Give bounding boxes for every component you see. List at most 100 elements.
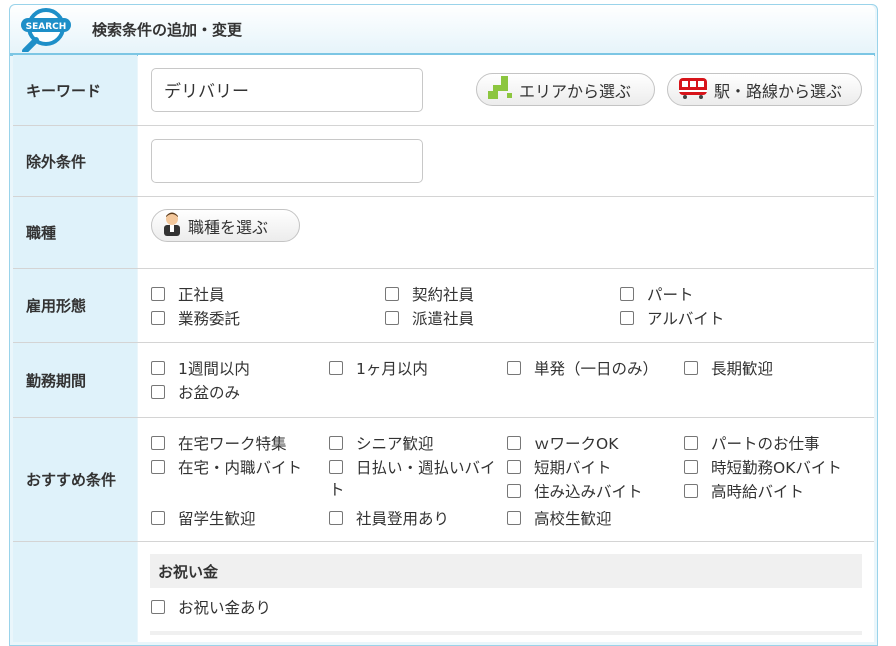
recommended-option[interactable]: 高校生歓迎 — [507, 507, 612, 529]
checkbox[interactable] — [151, 510, 165, 525]
panel-title: 検索条件の追加・変更 — [92, 21, 243, 39]
exclude-input[interactable] — [151, 139, 423, 183]
employment-label: 雇用形態 — [13, 269, 137, 342]
option-label: お盆のみ — [178, 384, 241, 402]
period-option[interactable]: お盆のみ — [151, 381, 240, 403]
checkbox[interactable] — [684, 435, 698, 450]
employment-option[interactable]: アルバイト — [620, 307, 724, 329]
option-label: 単発（一日のみ） — [534, 360, 659, 378]
checkbox[interactable] — [507, 459, 521, 474]
checkbox[interactable] — [385, 310, 399, 325]
checkbox[interactable] — [507, 510, 521, 525]
checkbox[interactable] — [684, 483, 698, 498]
recommended-option[interactable]: 留学生歓迎 — [151, 507, 256, 529]
recommended-option[interactable]: 高時給バイト — [684, 480, 804, 502]
recommended-option[interactable]: 短期バイト — [507, 456, 612, 478]
option-label: 契約社員 — [412, 286, 475, 304]
checkbox[interactable] — [329, 510, 343, 525]
recommended-option[interactable]: パートのお仕事 — [684, 432, 820, 454]
employment-option[interactable]: 派遣社員 — [385, 307, 474, 329]
option-label: ｗワークOK — [534, 435, 619, 453]
checkbox[interactable] — [151, 459, 165, 474]
recommended-option[interactable]: 社員登用あり — [329, 507, 449, 529]
train-icon — [678, 76, 708, 104]
checkbox[interactable] — [684, 360, 698, 375]
svg-text:SEARCH: SEARCH — [26, 22, 67, 32]
checkbox[interactable] — [329, 459, 343, 474]
job-type-row: 職種 職種を選ぶ — [13, 197, 874, 269]
checkbox[interactable] — [151, 286, 165, 301]
exclude-row: 除外条件 — [13, 126, 874, 197]
recommended-option[interactable]: 住み込みバイト — [507, 480, 643, 502]
checkbox[interactable] — [151, 310, 165, 325]
job-type-label: 職種 — [13, 197, 137, 268]
exclude-cell — [138, 126, 874, 196]
option-label: 高時給バイト — [711, 483, 805, 501]
checkbox[interactable] — [329, 435, 343, 450]
checkbox[interactable] — [684, 459, 698, 474]
option-label: 日払い・週払いバイト — [329, 459, 496, 499]
checkbox[interactable] — [507, 435, 521, 450]
checkbox[interactable] — [151, 360, 165, 375]
area-select-label: エリアから選ぶ — [519, 81, 632, 101]
option-label: 在宅・内職バイト — [178, 459, 303, 477]
period-option[interactable]: 1ヶ月以内 — [329, 357, 428, 379]
period-label: 勤務期間 — [13, 343, 137, 417]
recommended-option[interactable]: 時短勤務OKバイト — [684, 456, 842, 478]
recommended-option[interactable]: 日払い・週払いバイト — [329, 456, 507, 500]
option-label: 在宅ワーク特集 — [178, 435, 287, 453]
employment-option[interactable]: パート — [620, 283, 694, 305]
employment-option[interactable]: 契約社員 — [385, 283, 474, 305]
recommended-option[interactable]: シニア歓迎 — [329, 432, 434, 454]
employment-row: 雇用形態 正社員 契約社員 パート 業務委託 派遣社員 アルバイト — [13, 269, 874, 343]
option-label: 正社員 — [178, 286, 225, 304]
checkbox[interactable] — [151, 384, 165, 399]
keyword-cell: デリバリー エリアから選ぶ 駅・路線から選ぶ — [138, 55, 874, 125]
option-label: 1週間以内 — [178, 360, 250, 378]
period-option[interactable]: 単発（一日のみ） — [507, 357, 658, 379]
period-option[interactable]: 長期歓迎 — [684, 357, 773, 379]
option-label: 高校生歓迎 — [534, 510, 612, 528]
checkbox[interactable] — [151, 599, 165, 614]
checkbox[interactable] — [507, 483, 521, 498]
panel-header: SEARCH 検索条件の追加・変更 — [10, 5, 875, 56]
job-type-select-button[interactable]: 職種を選ぶ — [151, 209, 300, 242]
employment-option[interactable]: 業務委託 — [151, 307, 240, 329]
bonus-row: お祝い金 お祝い金あり — [13, 542, 874, 642]
checkbox[interactable] — [329, 360, 343, 375]
recommended-row: おすすめ条件 在宅ワーク特集 シニア歓迎 ｗワークOK パートのお仕事 在宅・内… — [13, 418, 874, 542]
period-option[interactable]: 1週間以内 — [151, 357, 250, 379]
recommended-option[interactable]: 在宅・内職バイト — [151, 456, 302, 478]
option-label: 社員登用あり — [356, 510, 450, 528]
station-select-button[interactable]: 駅・路線から選ぶ — [667, 73, 862, 106]
checkbox[interactable] — [620, 310, 634, 325]
option-label: 時短勤務OKバイト — [711, 459, 842, 477]
option-label: パートのお仕事 — [711, 435, 820, 453]
option-label: 1ヶ月以内 — [356, 360, 428, 378]
station-select-label: 駅・路線から選ぶ — [714, 81, 843, 101]
search-logo-icon: SEARCH — [20, 8, 80, 54]
option-label: 留学生歓迎 — [178, 510, 256, 528]
keyword-row: キーワード デリバリー エリアから選ぶ 駅・路線から選ぶ — [13, 55, 874, 126]
recommended-option[interactable]: 在宅ワーク特集 — [151, 432, 287, 454]
keyword-input[interactable]: デリバリー — [151, 68, 423, 112]
option-label: パート — [647, 286, 694, 304]
exclude-label: 除外条件 — [13, 126, 137, 196]
checkbox[interactable] — [507, 360, 521, 375]
job-type-cell: 職種を選ぶ — [138, 197, 874, 268]
option-label: シニア歓迎 — [356, 435, 434, 453]
area-select-button[interactable]: エリアから選ぶ — [476, 73, 655, 106]
bonus-option[interactable]: お祝い金あり — [151, 596, 271, 618]
checkbox[interactable] — [151, 435, 165, 450]
recommended-option[interactable]: ｗワークOK — [507, 432, 618, 454]
worker-icon — [162, 212, 182, 240]
checkbox[interactable] — [620, 286, 634, 301]
recommended-cell: 在宅ワーク特集 シニア歓迎 ｗワークOK パートのお仕事 在宅・内職バイト 日払… — [138, 418, 874, 541]
employment-option[interactable]: 正社員 — [151, 283, 225, 305]
area-map-icon — [487, 75, 513, 104]
bonus-cell: お祝い金 お祝い金あり — [13, 542, 874, 642]
option-label: 長期歓迎 — [711, 360, 774, 378]
period-cell: 1週間以内 1ヶ月以内 単発（一日のみ） 長期歓迎 お盆のみ — [138, 343, 874, 417]
checkbox[interactable] — [385, 286, 399, 301]
option-label: 住み込みバイト — [534, 483, 643, 501]
